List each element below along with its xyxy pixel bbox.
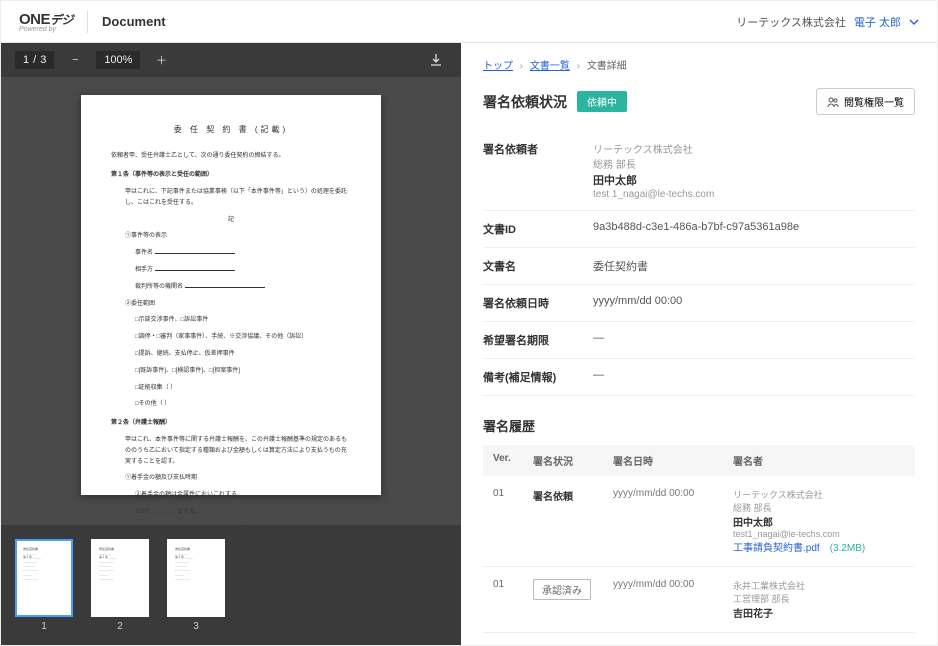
thumbnail-2[interactable]: 委任契約書＿＿＿＿第１条＿＿＿＿＿＿＿＿＿＿＿＿＿＿＿＿＿＿＿＿＿＿＿＿＿2 — [91, 539, 149, 632]
info-row: 備考(補足情報)— — [483, 359, 915, 396]
zoom-level[interactable]: 100% — [96, 51, 140, 69]
thumbnail-1[interactable]: 委任契約書＿＿＿＿第１条＿＿＿＿＿＿＿＿＿＿＿＿＿＿＿＿＿＿＿＿＿＿＿＿＿1 — [15, 539, 73, 632]
status-title: 署名依頼状況 — [483, 92, 567, 112]
document-page: 委 任 契 約 書 (記載) 依頼者甲、受任弁護士乙として、次の通り委任契約の締… — [81, 95, 381, 495]
permissions-button[interactable]: 閲覧権限一覧 — [816, 88, 915, 115]
breadcrumb: トップ › 文書一覧 › 文書詳細 — [483, 57, 915, 72]
download-icon[interactable] — [425, 49, 447, 71]
thumbnail-3[interactable]: 委任契約書＿＿＿＿第１条＿＿＿＿＿＿＿＿＿＿＿＿＿＿＿＿＿＿＿＿＿＿＿＿＿3 — [167, 539, 225, 632]
info-row: 希望署名期限— — [483, 322, 915, 359]
history-body: 01署名依頼yyyy/mm/dd 00:00リーテックス株式会社総務 部長田中太… — [483, 476, 915, 633]
page-area[interactable]: 委 任 契 約 書 (記載) 依頼者甲、受任弁護士乙として、次の通り委任契約の締… — [1, 77, 461, 525]
status-badge: 依頼中 — [577, 91, 627, 112]
detail-panel: トップ › 文書一覧 › 文書詳細 署名依頼状況 依頼中 閲覧権限一覧 署名依頼… — [461, 43, 937, 645]
user-menu[interactable]: 電子 太郎 — [854, 14, 901, 30]
crumb-current: 文書詳細 — [587, 61, 627, 72]
info-row: 署名依頼者リーテックス株式会社総務 部長田中太郎test 1_nagai@le-… — [483, 131, 915, 211]
viewer-toolbar: 1 / 3 − 100% ＋ — [1, 43, 461, 77]
crumb-list[interactable]: 文書一覧 — [530, 61, 570, 72]
pdf-viewer: 1 / 3 − 100% ＋ 委 任 契 約 書 (記載) 依頼者甲、受任弁護士… — [1, 43, 461, 645]
app-header: ONEデジ Powered by Document リーテックス株式会社 電子 … — [1, 1, 937, 43]
history-row: 01署名依頼yyyy/mm/dd 00:00リーテックス株式会社総務 部長田中太… — [483, 476, 915, 567]
users-icon — [827, 96, 839, 108]
zoom-in-button[interactable]: ＋ — [150, 49, 172, 71]
crumb-top[interactable]: トップ — [483, 61, 513, 72]
history-row: 01承認済みyyyy/mm/dd 00:00永井工業株式会社工営理部 部長吉田花… — [483, 567, 915, 633]
file-link[interactable]: 工事請負契約書.pdf — [733, 543, 820, 554]
page-indicator: 1 / 3 — [15, 51, 54, 69]
info-row: 文書ID9a3b488d-c3e1-486a-b7bf-c97a5361a98e — [483, 211, 915, 248]
logo[interactable]: ONEデジ Powered by — [19, 11, 73, 33]
history-title: 署名履歴 — [483, 416, 915, 435]
zoom-out-button[interactable]: − — [64, 49, 86, 71]
thumbnails: 委任契約書＿＿＿＿第１条＿＿＿＿＿＿＿＿＿＿＿＿＿＿＿＿＿＿＿＿＿＿＿＿＿1 委任… — [1, 525, 461, 645]
page-title: Document — [102, 14, 166, 29]
header-divider — [87, 11, 88, 33]
info-table: 署名依頼者リーテックス株式会社総務 部長田中太郎test 1_nagai@le-… — [483, 131, 915, 396]
chevron-down-icon[interactable] — [909, 17, 919, 27]
info-row: 文書名委任契約書 — [483, 248, 915, 285]
info-row: 署名依頼日時yyyy/mm/dd 00:00 — [483, 285, 915, 322]
history-header: Ver. 署名状況 署名日時 署名者 — [483, 445, 915, 476]
company-name: リーテックス株式会社 — [736, 14, 846, 30]
